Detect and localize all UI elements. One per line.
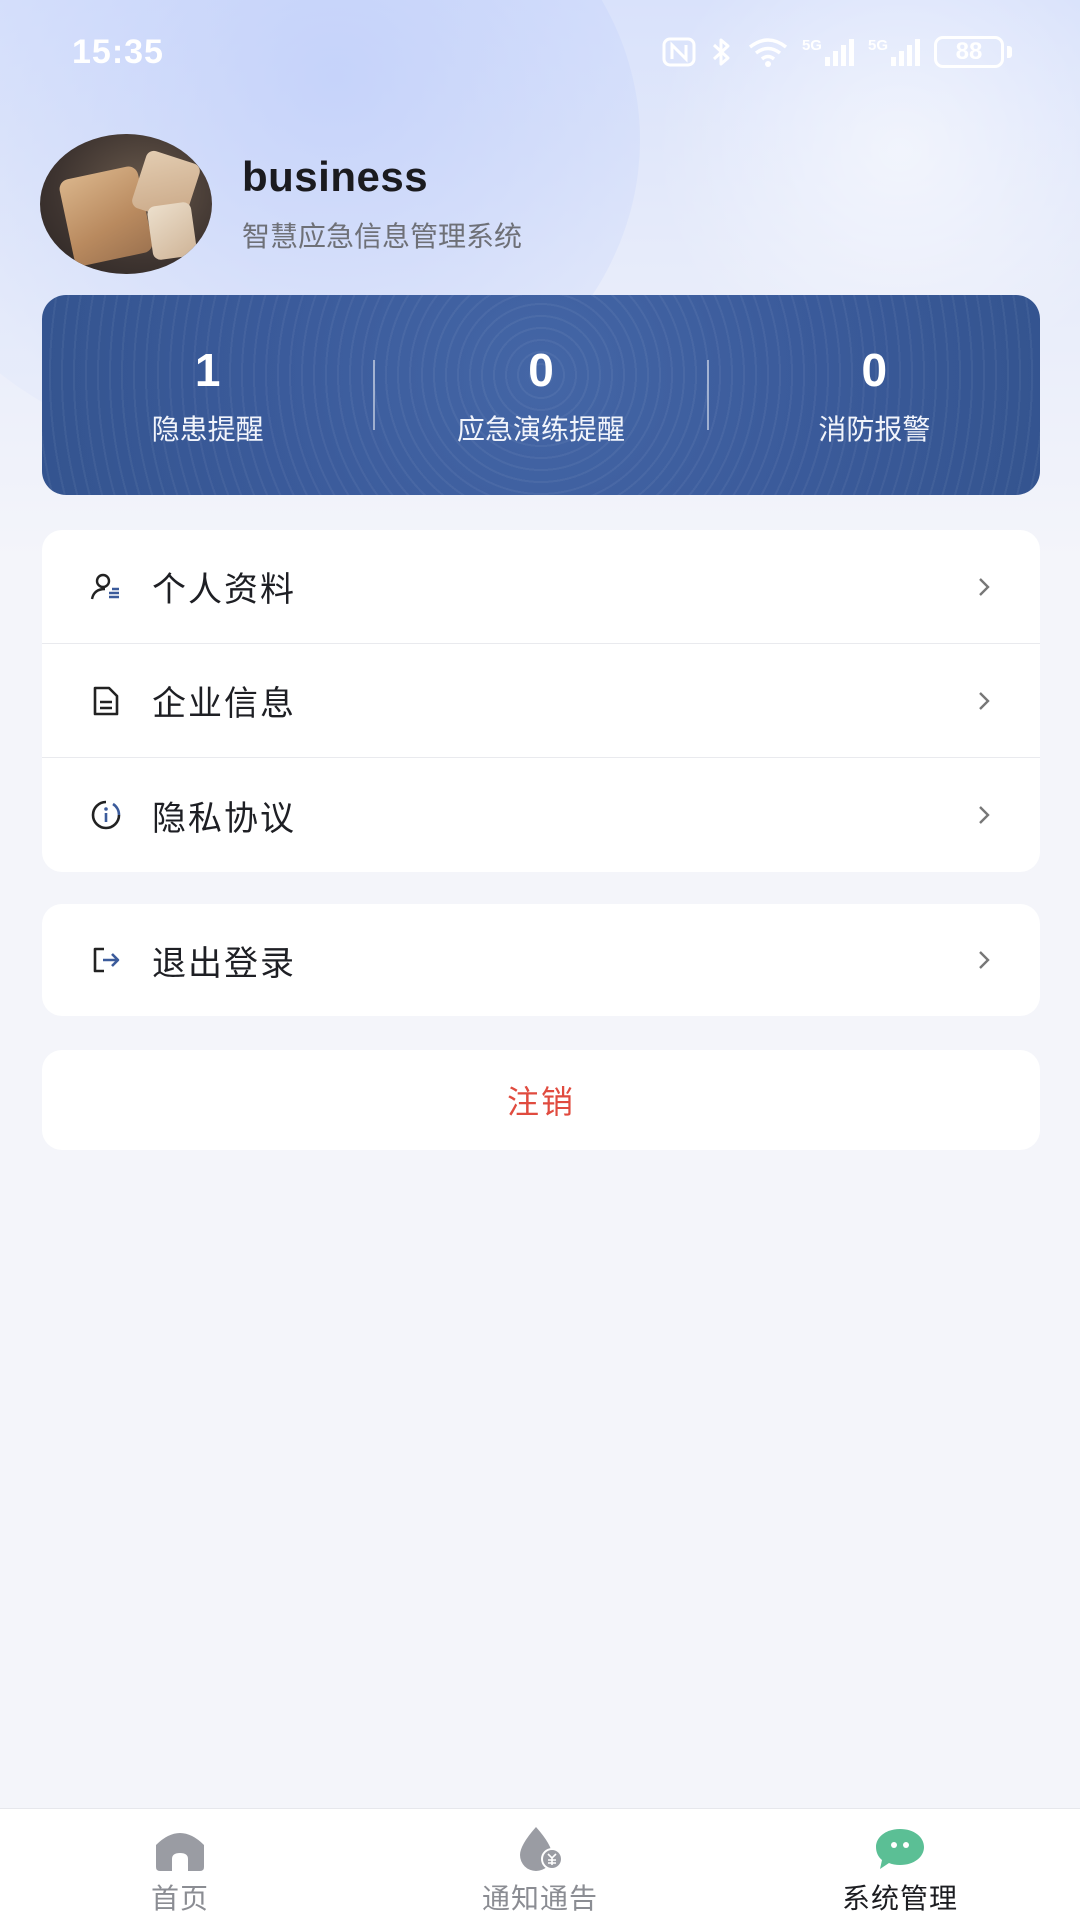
battery-level: 88 xyxy=(934,36,1004,68)
stat-label: 应急演练提醒 xyxy=(456,413,625,446)
stat-value: 1 xyxy=(194,344,221,396)
stat-fire-alarm[interactable]: 0 消防报警 xyxy=(709,342,1040,448)
menu-item-logout[interactable]: 退出登录 xyxy=(42,904,1040,1016)
stats-card: 1 隐患提醒 0 应急演练提醒 0 消防报警 xyxy=(42,295,1040,495)
chevron-right-icon xyxy=(979,806,990,824)
nfc-icon xyxy=(662,37,696,67)
stat-hazard-reminder[interactable]: 1 隐患提醒 xyxy=(42,342,373,448)
status-icons: 5G 5G 88 xyxy=(662,36,1012,68)
profile-header: business 智慧应急信息管理系统 xyxy=(40,134,522,274)
nav-label: 通知通告 xyxy=(481,1882,598,1915)
bottom-nav: 首页 通知通告 系统管理 xyxy=(0,1808,1080,1920)
menu-card: 个人资料 企业信息 隐私协议 xyxy=(42,530,1040,872)
deregister-label: 注销 xyxy=(506,1083,575,1121)
menu-item-company-info[interactable]: 企业信息 xyxy=(42,644,1040,758)
menu-item-label: 隐私协议 xyxy=(152,798,296,839)
chevron-right-icon xyxy=(979,577,990,596)
stat-value: 0 xyxy=(528,344,554,396)
logout-card: 退出登录 xyxy=(42,904,1040,1016)
network-label: 5G xyxy=(867,37,888,54)
nav-label: 首页 xyxy=(150,1882,209,1915)
stat-label: 消防报警 xyxy=(818,413,931,446)
avatar[interactable] xyxy=(40,134,212,274)
stat-value: 0 xyxy=(861,344,888,396)
nav-label: 系统管理 xyxy=(841,1882,958,1915)
signal-5g-icon: 5G xyxy=(868,37,920,67)
stat-drill-reminder[interactable]: 0 应急演练提醒 xyxy=(375,342,706,448)
menu-item-label: 退出登录 xyxy=(152,943,296,984)
user-profile-icon xyxy=(88,569,124,605)
network-label: 5G xyxy=(801,37,822,54)
nav-item-notices[interactable]: 通知通告 xyxy=(360,1809,720,1920)
status-time: 15:35 xyxy=(72,32,164,71)
document-icon xyxy=(88,683,124,719)
stat-label: 隐患提醒 xyxy=(151,413,264,446)
signal-5g-icon: 5G xyxy=(802,37,854,67)
chevron-right-icon xyxy=(979,691,990,710)
nav-item-home[interactable]: 首页 xyxy=(0,1809,360,1920)
chat-bubble-icon xyxy=(876,1829,924,1869)
info-icon xyxy=(88,797,124,833)
battery-icon: 88 xyxy=(934,36,1012,68)
menu-item-personal-info[interactable]: 个人资料 xyxy=(42,530,1040,644)
status-bar: 15:35 5G 5G 88 xyxy=(0,0,1080,104)
deregister-button[interactable]: 注销 xyxy=(42,1050,1040,1150)
menu-item-privacy-policy[interactable]: 隐私协议 xyxy=(42,758,1040,872)
profile-name: business xyxy=(242,153,429,200)
home-icon xyxy=(156,1833,204,1871)
bluetooth-icon xyxy=(710,36,734,68)
wifi-icon xyxy=(748,37,788,67)
chevron-right-icon xyxy=(979,951,990,969)
menu-item-label: 企业信息 xyxy=(152,684,296,724)
profile-subtitle: 智慧应急信息管理系统 xyxy=(242,220,523,253)
notice-icon xyxy=(520,1827,563,1871)
nav-item-system-management[interactable]: 系统管理 xyxy=(720,1809,1080,1920)
menu-item-label: 个人资料 xyxy=(152,570,296,610)
logout-icon xyxy=(88,942,124,978)
